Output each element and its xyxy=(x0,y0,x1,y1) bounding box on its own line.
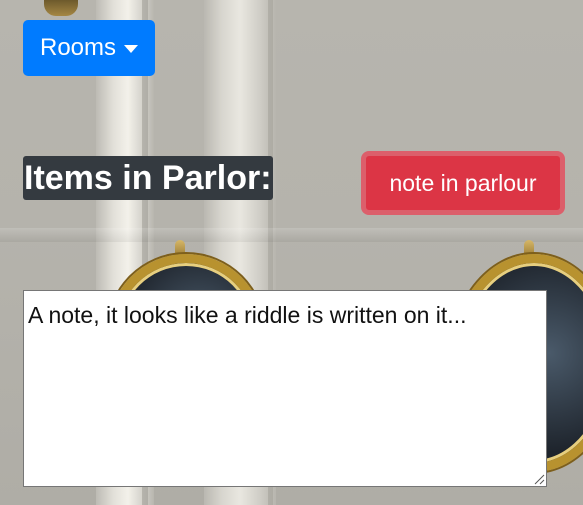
rooms-dropdown-button[interactable]: Rooms xyxy=(23,20,155,76)
room-items-heading: Items in Parlor: xyxy=(23,156,273,200)
room-scene: Rooms Items in Parlor: note in parlour A… xyxy=(0,0,583,505)
rooms-button-label: Rooms xyxy=(39,34,117,61)
chevron-down-icon xyxy=(124,45,139,53)
item-note-button[interactable]: note in parlour xyxy=(361,151,565,215)
wall-moulding xyxy=(0,228,583,242)
ceiling-ornament xyxy=(44,0,78,16)
item-description-textarea[interactable]: A note, it looks like a riddle is writte… xyxy=(23,290,547,487)
resize-handle-icon[interactable] xyxy=(531,471,545,485)
